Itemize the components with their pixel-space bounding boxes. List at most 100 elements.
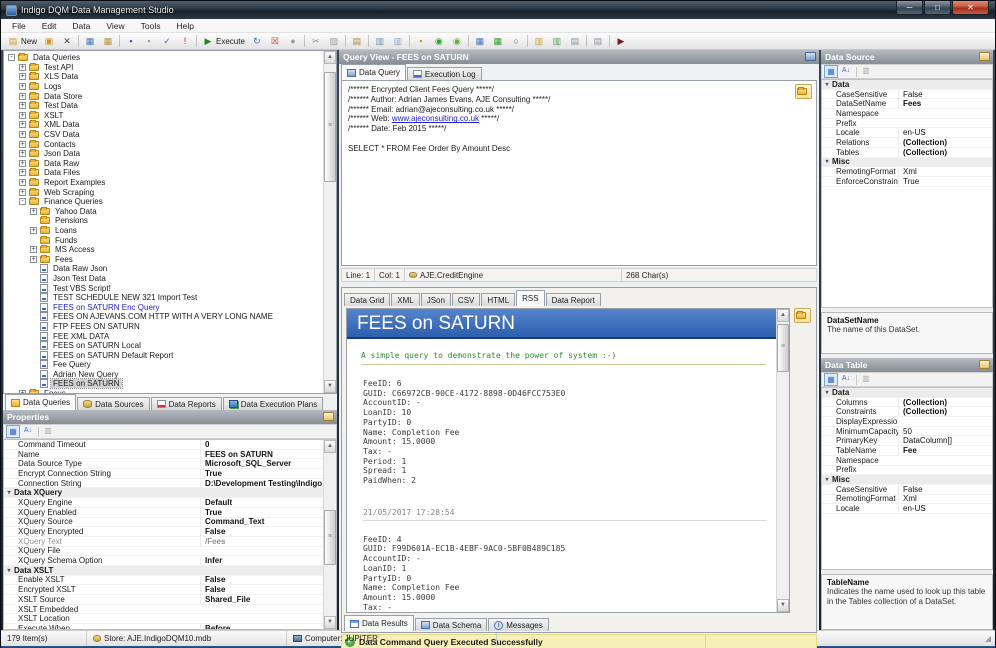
expand-icon[interactable]: +	[19, 141, 26, 148]
tree-item[interactable]: +Yahoo Data	[4, 207, 323, 217]
tab-data-grid[interactable]: Data Grid	[344, 293, 390, 306]
property-category[interactable]: ▾Data XQuery	[4, 488, 336, 498]
scroll-thumb[interactable]	[324, 510, 336, 565]
tab-json[interactable]: JSon	[421, 293, 451, 306]
collapse-arrow-icon[interactable]: ▾	[822, 81, 832, 88]
property-value[interactable]: Command_Text	[200, 517, 336, 526]
property-value[interactable]: Microsoft_SQL_Server	[200, 459, 336, 468]
save-as-button[interactable]: ▪	[140, 34, 158, 49]
scroll-thumb[interactable]	[324, 72, 336, 182]
tree-item[interactable]: FEE XML DATA	[4, 331, 323, 341]
property-row[interactable]: XSLT SourceShared_File	[4, 595, 336, 605]
report-button[interactable]: ▤	[589, 34, 607, 49]
tree-item[interactable]: +XLS Data	[4, 72, 323, 82]
property-row[interactable]: XQuery Schema OptionInfer	[4, 556, 336, 566]
tree-item[interactable]: Data Raw Json	[4, 264, 323, 274]
property-value[interactable]: True	[200, 508, 336, 517]
tree-item[interactable]: FEES on SATURN	[4, 379, 323, 389]
expand-icon[interactable]: +	[19, 390, 26, 393]
property-value[interactable]: (Collection)	[898, 138, 992, 147]
tab-data-query[interactable]: Data Query	[341, 64, 406, 80]
expand-icon[interactable]: +	[19, 121, 26, 128]
tree-item[interactable]: +XML Data	[4, 120, 323, 130]
property-row[interactable]: Connection StringD:\Development Testing\…	[4, 479, 336, 489]
paste-button[interactable]: ▦	[99, 34, 117, 49]
tree-item[interactable]: TEST SCHEDULE NEW 321 Import Test	[4, 293, 323, 303]
property-row[interactable]: XQuery EncryptedFalse	[4, 527, 336, 537]
tree-item[interactable]: Funds	[4, 235, 323, 245]
tree-item[interactable]: +Fees	[4, 254, 323, 264]
property-value[interactable]: /Fees	[200, 537, 336, 546]
expand-icon[interactable]: +	[19, 93, 26, 100]
property-row[interactable]: Prefix	[822, 119, 992, 129]
property-value[interactable]: False	[898, 485, 992, 494]
search-button[interactable]: ○	[507, 34, 525, 49]
tree-scrollbar[interactable]: ▲ ▼	[323, 51, 336, 393]
property-value[interactable]: Default	[200, 498, 336, 507]
menu-help[interactable]: Help	[168, 19, 201, 33]
property-value[interactable]: Infer	[200, 556, 336, 565]
new-button[interactable]: ▤New	[4, 34, 40, 49]
tree-item[interactable]: Test VBS Script!	[4, 283, 323, 293]
expand-icon[interactable]: +	[19, 169, 26, 176]
property-row[interactable]: XQuery SourceCommand_Text	[4, 518, 336, 528]
panel-window-icon[interactable]	[979, 52, 990, 61]
property-value[interactable]: (Collection)	[898, 398, 992, 407]
expand-icon[interactable]: +	[19, 150, 26, 157]
scroll-up-icon[interactable]: ▲	[324, 51, 336, 64]
property-row[interactable]: Execute WhenBefore	[4, 624, 336, 630]
tab-data-results[interactable]: Data Results	[344, 615, 414, 631]
property-row[interactable]: Columns(Collection)	[822, 398, 992, 408]
tab-data-report[interactable]: Data Report	[546, 293, 601, 306]
format-button[interactable]: ▨	[325, 34, 343, 49]
tree-item[interactable]: FEES on SATURN Enc Query	[4, 302, 323, 312]
expand-icon[interactable]: +	[30, 246, 37, 253]
scroll-down-icon[interactable]: ▼	[324, 616, 336, 629]
lock-button[interactable]: ▪	[412, 34, 430, 49]
tab-messages[interactable]: iMessages	[488, 618, 548, 631]
tree-item[interactable]: Pensions	[4, 216, 323, 226]
property-value[interactable]: Xml	[898, 167, 992, 176]
save-button[interactable]: ▪	[122, 34, 140, 49]
scroll-thumb[interactable]	[777, 324, 789, 372]
categorize-button[interactable]: ▦	[824, 373, 838, 386]
tree-item[interactable]: +Test API	[4, 63, 323, 73]
property-value[interactable]: (Collection)	[898, 407, 992, 416]
tree-item[interactable]: FTP FEES ON SATURN	[4, 322, 323, 332]
property-category[interactable]: ▾Misc	[822, 158, 992, 168]
tab-data-sources[interactable]: Data Sources	[77, 397, 149, 410]
property-row[interactable]: XQuery Text/Fees	[4, 537, 336, 547]
scroll-down-icon[interactable]: ▼	[324, 380, 336, 393]
menu-view[interactable]: View	[98, 19, 132, 33]
expand-icon[interactable]: +	[19, 189, 26, 196]
property-row[interactable]: CaseSensitiveFalse	[822, 485, 992, 495]
property-row[interactable]: XQuery EnabledTrue	[4, 508, 336, 518]
property-row[interactable]: EnforceConstraintsTrue	[822, 177, 992, 187]
tree-item[interactable]: +XSLT	[4, 111, 323, 121]
tree-item[interactable]: +Data Raw	[4, 159, 323, 169]
property-value[interactable]: en-US	[898, 128, 992, 137]
property-row[interactable]: Tables(Collection)	[822, 148, 992, 158]
tree-item[interactable]: +Report Examples	[4, 178, 323, 188]
property-row[interactable]: Enable XSLTFalse	[4, 576, 336, 586]
tab-xml[interactable]: XML	[391, 293, 419, 306]
expand-icon[interactable]: +	[19, 112, 26, 119]
tab-execution-log[interactable]: Execution Log	[407, 67, 482, 80]
sql-editor[interactable]: /****** Encrypted Client Fees Query ****…	[341, 80, 817, 266]
scroll-up-icon[interactable]: ▲	[324, 440, 336, 453]
property-row[interactable]: XQuery EngineDefault	[4, 498, 336, 508]
collapse-icon[interactable]: -	[19, 198, 26, 205]
collapse-arrow-icon[interactable]: ▾	[822, 476, 832, 483]
tree-item[interactable]: +Data Store	[4, 91, 323, 101]
tree-item[interactable]: -Finance Queries	[4, 197, 323, 207]
property-row[interactable]: TableNameFee	[822, 446, 992, 456]
cancel-button[interactable]: ☒	[266, 34, 284, 49]
categorize-button[interactable]: ▦	[6, 425, 20, 438]
property-value[interactable]: Before	[200, 624, 336, 630]
collapse-arrow-icon[interactable]: ▾	[822, 389, 832, 396]
copy-data-button[interactable]: ▦	[471, 34, 489, 49]
property-row[interactable]: Relations(Collection)	[822, 138, 992, 148]
property-value[interactable]: en-US	[898, 504, 992, 513]
close-button[interactable]: ✕	[952, 1, 989, 15]
property-row[interactable]: NameFEES on SATURN	[4, 450, 336, 460]
